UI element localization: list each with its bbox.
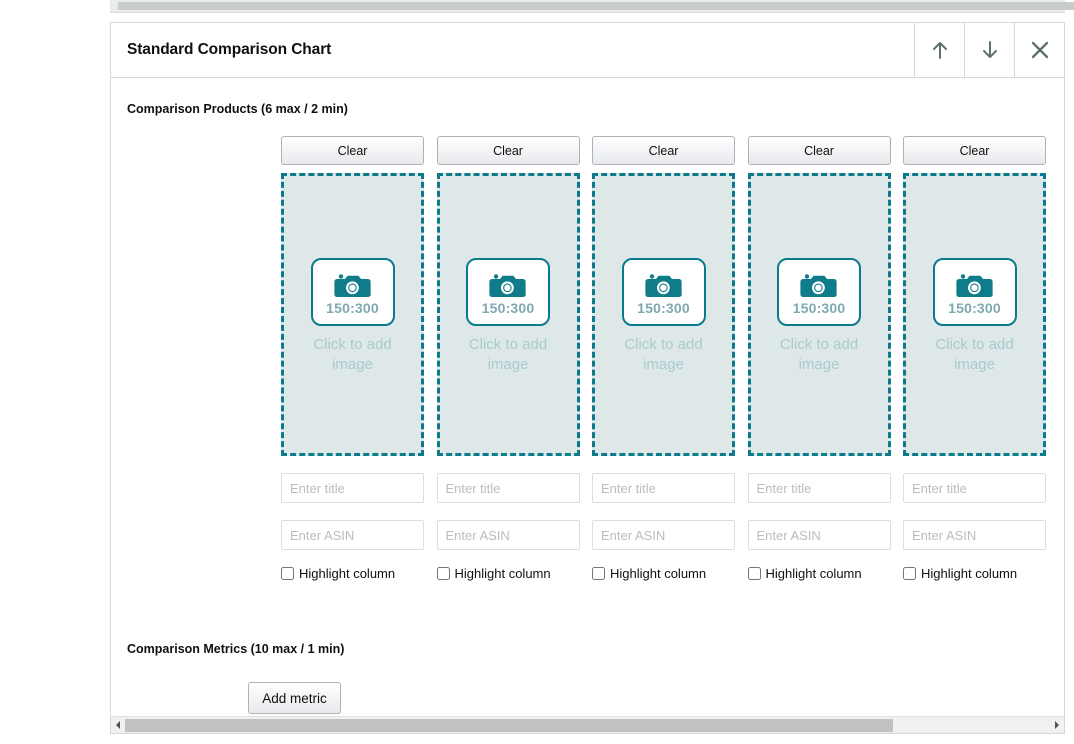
image-ratio-label-5: 150:300: [948, 299, 1001, 316]
horizontal-scrollbar-track[interactable]: [125, 718, 1050, 732]
highlight-column-row-5[interactable]: Highlight column: [903, 566, 1059, 581]
dropzone-prompt-3: Click to add image: [624, 336, 703, 373]
dropzone-prompt-4: Click to add image: [779, 336, 859, 373]
camera-card-4: 150:300: [777, 258, 861, 326]
camera-card-3: 150:300: [621, 258, 706, 326]
product-asin-input-2[interactable]: [436, 520, 580, 550]
highlight-column-checkbox-5[interactable]: [903, 567, 916, 580]
image-ratio-label-2: 150:300: [481, 299, 535, 316]
close-button[interactable]: [1014, 23, 1064, 77]
product-column-3: Clear 150:300 Click to add image Enter t…: [592, 136, 748, 581]
product-asin-input-4[interactable]: [747, 520, 891, 550]
page-title: Standard Comparison Chart: [127, 41, 332, 58]
highlight-column-label-2: Highlight column: [454, 566, 551, 581]
product-title-input-2[interactable]: [436, 473, 580, 503]
highlight-column-checkbox-4[interactable]: [747, 567, 761, 580]
horizontal-scrollbar-thumb[interactable]: [125, 718, 893, 732]
comparison-products-label: Comparison Products (6 max / 2 min): [127, 102, 348, 116]
move-down-button[interactable]: [964, 23, 1014, 77]
scroll-right-arrow-icon[interactable]: [1050, 717, 1064, 734]
highlight-column-label-1: Highlight column: [299, 566, 396, 581]
product-title-input-5[interactable]: [903, 473, 1046, 503]
arrow-up-icon: [927, 37, 953, 63]
image-dropzone-2[interactable]: 150:300 Click to add image: [436, 173, 580, 456]
camera-icon: [488, 270, 528, 300]
comparison-metrics-label: Comparison Metrics (10 max / 1 min): [127, 642, 345, 656]
camera-card-2: 150:300: [466, 258, 550, 326]
image-dropzone-1[interactable]: 150:300 Click to add image: [281, 173, 424, 456]
upper-panel-scrollbar[interactable]: [110, 0, 1074, 13]
panel-horizontal-scrollbar[interactable]: [111, 716, 1064, 733]
scroll-left-arrow-icon[interactable]: [111, 717, 125, 734]
clear-button-5[interactable]: Clear: [903, 136, 1046, 165]
highlight-column-row-2[interactable]: Highlight column: [436, 566, 593, 581]
product-column-2: Clear 150:300 Click to add image Enter t…: [436, 136, 593, 581]
image-dropzone-3[interactable]: 150:300 Click to add image: [592, 173, 735, 456]
image-ratio-label-3: 150:300: [637, 299, 690, 316]
product-column-4: Clear 150:300 Click to add image Enter t…: [747, 136, 904, 581]
camera-icon: [644, 270, 684, 300]
highlight-column-label-3: Highlight column: [610, 566, 707, 581]
highlight-column-checkbox-1[interactable]: [281, 567, 294, 580]
camera-card-5: 150:300: [932, 258, 1017, 326]
image-ratio-label-4: 150:300: [792, 299, 846, 316]
product-title-input-3[interactable]: [592, 473, 735, 503]
product-asin-input-1[interactable]: [281, 520, 424, 550]
product-asin-input-5[interactable]: [903, 520, 1046, 550]
highlight-column-label-4: Highlight column: [765, 566, 862, 581]
panel-header: Standard Comparison Chart: [111, 23, 1064, 78]
highlight-column-row-3[interactable]: Highlight column: [592, 566, 748, 581]
dropzone-prompt-1: Click to add image: [313, 336, 392, 373]
upper-panel-scrollbar-thumb[interactable]: [118, 2, 1074, 10]
panel-body: Comparison Products (6 max / 2 min) Clea…: [111, 78, 1064, 716]
product-title-input-1[interactable]: [281, 473, 424, 503]
highlight-column-label-5: Highlight column: [921, 566, 1018, 581]
image-ratio-label-1: 150:300: [326, 299, 379, 316]
product-column-1: Clear 150:300 Click to add image Enter t…: [281, 136, 437, 581]
highlight-column-row-4[interactable]: Highlight column: [747, 566, 904, 581]
clear-button-3[interactable]: Clear: [592, 136, 735, 165]
comparison-products-columns: Clear 150:300 Click to add image Enter t…: [281, 136, 1064, 581]
camera-icon: [333, 270, 373, 300]
close-icon: [1027, 37, 1053, 63]
dropzone-prompt-5: Click to add image: [935, 336, 1014, 373]
clear-button-1[interactable]: Clear: [281, 136, 424, 165]
product-column-5: Clear 150:300 Click to add image Enter t…: [903, 136, 1059, 581]
move-up-button[interactable]: [914, 23, 964, 77]
highlight-column-checkbox-3[interactable]: [592, 567, 605, 580]
clear-button-4[interactable]: Clear: [747, 136, 891, 165]
product-title-input-4[interactable]: [747, 473, 891, 503]
add-metric-button[interactable]: Add metric: [248, 682, 341, 714]
camera-icon: [799, 270, 839, 300]
camera-icon: [955, 270, 995, 300]
highlight-column-row-1[interactable]: Highlight column: [281, 566, 437, 581]
image-dropzone-5[interactable]: 150:300 Click to add image: [903, 173, 1046, 456]
image-dropzone-4[interactable]: 150:300 Click to add image: [747, 173, 891, 456]
camera-card-1: 150:300: [310, 258, 395, 326]
clear-button-2[interactable]: Clear: [436, 136, 580, 165]
standard-comparison-chart-panel: Standard Comparison Chart Comparison Pro…: [110, 22, 1065, 734]
highlight-column-checkbox-2[interactable]: [436, 567, 450, 580]
product-asin-input-3[interactable]: [592, 520, 735, 550]
dropzone-prompt-2: Click to add image: [468, 336, 548, 373]
arrow-down-icon: [977, 37, 1003, 63]
